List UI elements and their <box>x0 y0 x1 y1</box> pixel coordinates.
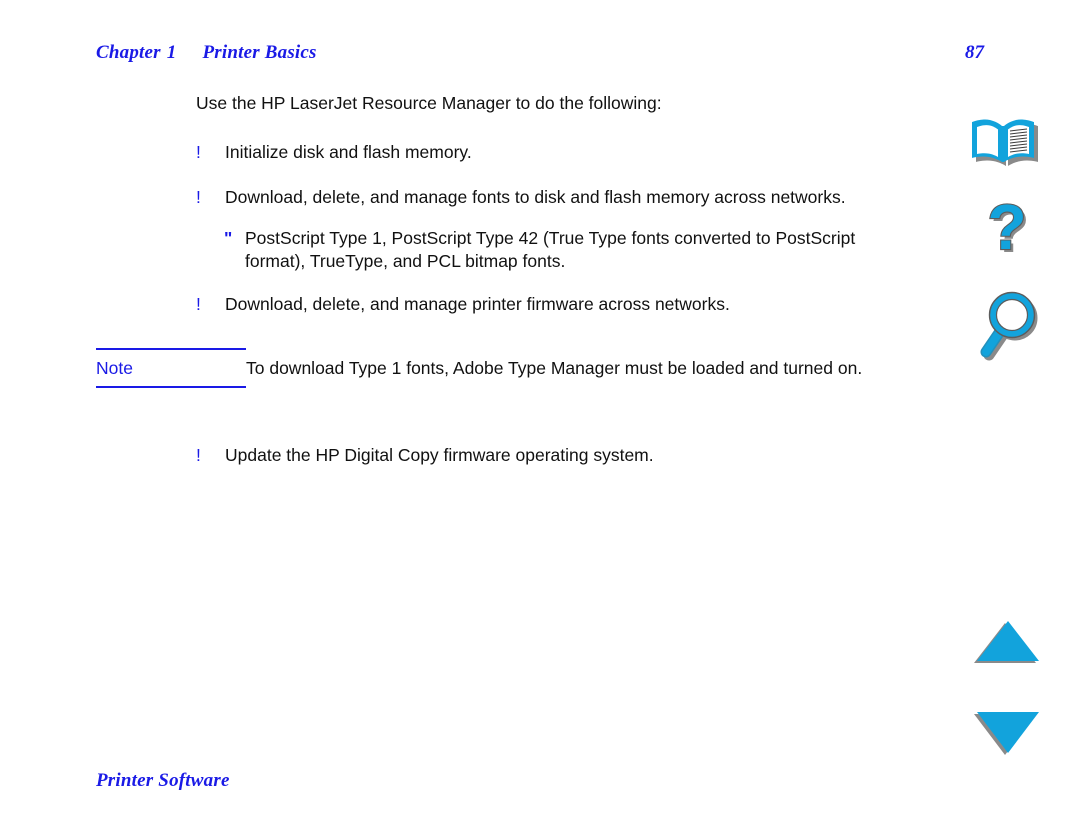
chapter-word: Chapter <box>96 42 161 63</box>
note-callout: Note To download Type 1 fonts, Adobe Typ… <box>96 348 896 388</box>
bullet-marker-icon: ! <box>196 142 201 162</box>
chapter-heading: Chapter 1 Printer Basics <box>96 42 317 64</box>
bullet-text: Initialize disk and flash memory. <box>225 142 472 162</box>
bullet-text: Update the HP Digital Copy firmware oper… <box>225 445 654 465</box>
body-content: Use the HP LaserJet Resource Manager to … <box>196 92 896 338</box>
bullet-item: ! Update the HP Digital Copy firmware op… <box>196 444 896 467</box>
note-text: To download Type 1 fonts, Adobe Type Man… <box>246 358 863 378</box>
intro-paragraph: Use the HP LaserJet Resource Manager to … <box>196 93 662 113</box>
page-header: Chapter 1 Printer Basics 87 <box>96 42 984 64</box>
sub-bullet-text: PostScript Type 1, PostScript Type 42 (T… <box>245 228 856 271</box>
bullet-text: Download, delete, and manage fonts to di… <box>225 187 846 207</box>
page-number: 87 <box>965 42 984 63</box>
search-button[interactable] <box>952 286 1064 366</box>
previous-page-button[interactable] <box>952 612 1064 672</box>
contents-button[interactable] <box>952 110 1064 180</box>
next-page-button[interactable] <box>952 702 1064 762</box>
bullet-marker-icon: ! <box>196 445 201 465</box>
bullet-item: ! Initialize disk and flash memory. <box>196 141 896 164</box>
navigation-icon-rail: ? ? <box>952 100 1064 780</box>
triangle-down-icon <box>974 712 1039 755</box>
help-button[interactable]: ? ? <box>952 198 1064 274</box>
sub-bullet-marker-icon: " <box>224 228 233 248</box>
chapter-title: Printer Basics <box>202 42 317 63</box>
note-body: Note To download Type 1 fonts, Adobe Typ… <box>96 350 896 385</box>
question-mark-icon: ? ? <box>986 200 1029 266</box>
document-page: Chapter 1 Printer Basics 87 Use the HP Las… <box>0 0 1080 834</box>
bullet-text: Download, delete, and manage printer fir… <box>225 294 730 314</box>
magnifier-icon <box>980 291 1038 361</box>
bullet-marker-icon: ! <box>196 187 201 207</box>
bullet-item: ! Download, delete, and manage fonts to … <box>196 186 896 209</box>
bullet-item: ! Download, delete, and manage printer f… <box>196 293 896 316</box>
svg-text:?: ? <box>987 200 1026 263</box>
book-icon <box>972 119 1038 166</box>
sub-bullet-item: " PostScript Type 1, PostScript Type 42 … <box>224 227 896 273</box>
note-label: Note <box>96 358 133 378</box>
bullet-marker-icon: ! <box>196 294 201 314</box>
chapter-number: 1 <box>166 42 177 63</box>
post-note-content: ! Update the HP Digital Copy firmware op… <box>196 444 896 489</box>
footer-section-title: Printer Software <box>96 770 230 791</box>
note-rule-bottom <box>96 386 246 388</box>
triangle-up-icon <box>974 621 1039 663</box>
